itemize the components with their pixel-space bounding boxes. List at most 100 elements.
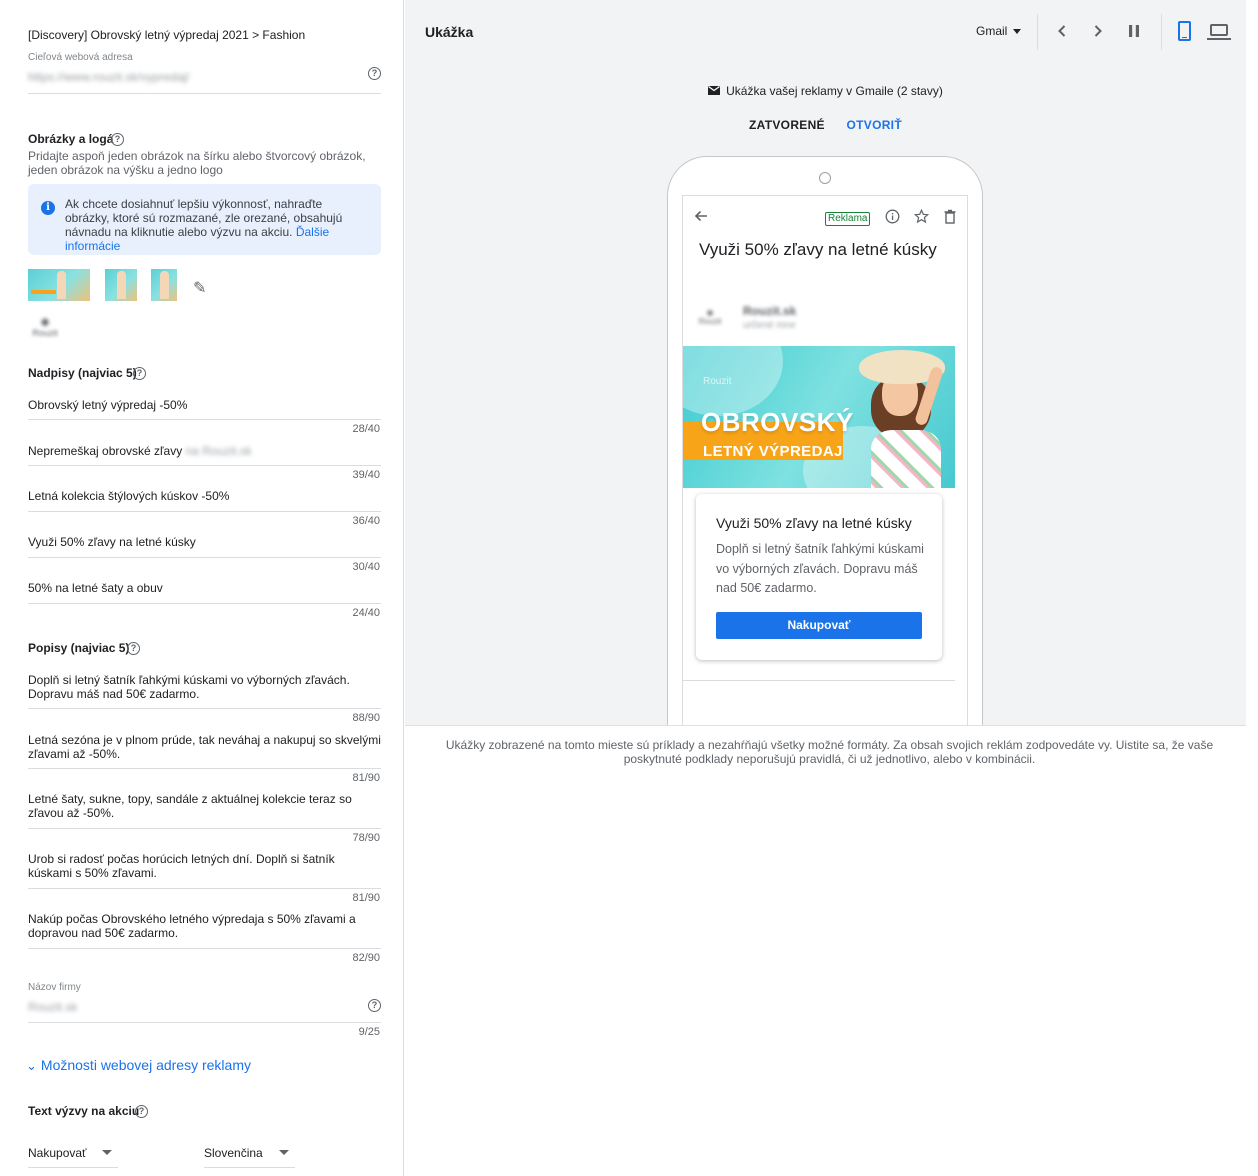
star-icon[interactable] [913, 208, 930, 227]
images-title-text: Obrázky a logá [28, 132, 114, 146]
preview-toolbar: Ukážka Gmail [405, 0, 1246, 62]
final-url-input[interactable]: https://www.rouzit.sk/vypredaj/ [28, 70, 381, 84]
panel-edge [1246, 0, 1258, 1176]
help-icon[interactable]: ? [135, 1105, 148, 1118]
description-counter-2: 81/90 [352, 772, 380, 784]
headline-text-2: Nepremeškaj obrovské zľavy [28, 444, 183, 458]
images-section-description: Pridajte aspoň jeden obrázok na šírku al… [28, 149, 366, 177]
description-counter-5: 82/90 [352, 952, 380, 964]
headline-underline [28, 419, 381, 420]
ad-badge: Reklama [825, 212, 871, 226]
headline-underline [28, 511, 381, 512]
headline-underline [28, 603, 381, 604]
cta-section-title: Text výzvy na akciu [28, 1104, 140, 1118]
description-input-3[interactable]: Letné šaty, sukne, topy, sandále z aktuá… [28, 792, 381, 820]
ad-banner-image[interactable]: Rouzit OBROVSKÝ LETNÝ VÝPREDAJ [683, 346, 955, 488]
headline-input-3[interactable]: Letná kolekcia štýlových kúskov -50% [28, 489, 381, 503]
images-section-title: Obrázky a logá [28, 132, 381, 146]
banner-subheadline: LETNÝ VÝPREDAJ [703, 443, 843, 460]
headline-counter-2: 39/40 [352, 469, 380, 481]
info-outline-icon[interactable] [885, 209, 900, 227]
help-icon[interactable]: ? [133, 367, 146, 380]
description-input-5[interactable]: Nakúp počas Obrovského letného výpredaja… [28, 912, 381, 940]
help-icon[interactable]: ? [368, 999, 381, 1012]
headline-underline [28, 557, 381, 558]
prev-icon[interactable] [1051, 20, 1073, 42]
edit-pencil-icon[interactable]: ✎ [193, 278, 206, 298]
descriptions-section-title: Popisy (najviac 5) [28, 641, 130, 655]
portrait-image-thumbnail[interactable] [151, 269, 177, 301]
surface-select[interactable]: Gmail [976, 24, 1022, 38]
headline-input-2[interactable]: Nepremeškaj obrovské zľavy na Rouzit.sk [28, 444, 381, 458]
headline-input-5[interactable]: 50% na letné šaty a obuv [28, 581, 381, 595]
preview-canvas: Ukážka vašej reklamy v Gmaile (2 stavy) … [405, 62, 1246, 725]
back-arrow-icon[interactable] [693, 208, 709, 229]
cta-select[interactable]: Nakupovať [28, 1146, 118, 1168]
description-underline [28, 768, 381, 769]
headline-counter-4: 30/40 [352, 561, 380, 573]
tab-open[interactable]: OTVORIŤ [847, 118, 902, 132]
delete-icon[interactable] [943, 209, 957, 227]
tab-closed[interactable]: ZATVORENÉ [749, 118, 825, 132]
description-input-4[interactable]: Urob si radosť počas horúcich letných dn… [28, 852, 381, 880]
headlines-section-title: Nadpisy (najviac 5) [28, 366, 137, 380]
dropdown-caret-icon [102, 1150, 112, 1155]
toolbar-divider [1037, 14, 1038, 50]
business-name-underline [28, 1022, 381, 1023]
screen-divider [683, 680, 955, 681]
phone-frame: Reklama Využi 50% zľavy na letné kúsky ◉… [667, 156, 983, 725]
headline-counter-1: 28/40 [352, 423, 380, 435]
preview-disclaimer: Ukážky zobrazené na tomto mieste sú prík… [445, 738, 1214, 766]
logo-thumbnail[interactable]: ◉ Rouzit [28, 315, 62, 338]
next-icon[interactable] [1087, 20, 1109, 42]
image-quality-notice: i Ak chcete dosiahnuť lepšiu výkonnosť, … [28, 184, 381, 255]
ad-card: Využi 50% zľavy na letné kúsky Doplň si … [696, 494, 942, 660]
description-counter-3: 78/90 [352, 832, 380, 844]
headline-input-1[interactable]: Obrovský letný výpredaj -50% [28, 398, 381, 412]
ad-card-description: Doplň si letný šatník ľahkými kúskami vo… [716, 542, 924, 595]
description-input-2[interactable]: Letná sezóna je v plnom prúde, tak neváh… [28, 733, 381, 761]
phone-camera [819, 172, 831, 184]
help-icon[interactable]: ? [111, 133, 124, 146]
pause-icon[interactable] [1123, 20, 1145, 42]
desktop-device-icon[interactable] [1207, 24, 1231, 40]
ad-card-title: Využi 50% zľavy na letné kúsky [716, 515, 912, 531]
email-subject: Využi 50% zľavy na letné kúsky [699, 240, 937, 259]
logo-text: Rouzit [32, 328, 58, 338]
final-url-label: Cieľová webová adresa [28, 52, 133, 63]
landscape-image-thumbnail[interactable] [28, 269, 90, 301]
square-image-thumbnail[interactable] [105, 269, 137, 301]
sender-avatar: ◉ Rouzit [698, 308, 722, 326]
banner-brand: Rouzit [703, 376, 732, 387]
help-icon[interactable]: ? [368, 67, 381, 80]
banner-model-dress [871, 430, 941, 488]
sender-avatar-text: Rouzit [698, 317, 722, 326]
description-input-1[interactable]: Doplň si letný šatník ľahkými kúskami vo… [28, 673, 381, 701]
notice-text: Ak chcete dosiahnuť lepšiu výkonnosť, na… [65, 197, 365, 253]
info-icon: i [41, 201, 55, 215]
ad-url-options-label: Možnosti webovej adresy reklamy [40, 1057, 251, 1073]
preview-state-tabs: ZATVORENÉ OTVORIŤ [405, 118, 1246, 132]
ad-editor-panel: [Discovery] Obrovský letný výpredaj 2021… [0, 0, 404, 1176]
preview-caption: Ukážka vašej reklamy v Gmaile (2 stavy) [405, 84, 1246, 98]
headline-underline [28, 465, 381, 466]
business-name-label: Názov firmy [28, 982, 81, 993]
disclaimer-divider [405, 725, 1246, 726]
description-underline [28, 828, 381, 829]
toolbar-divider [1161, 14, 1162, 50]
help-icon[interactable]: ? [127, 642, 140, 655]
headline-blurred-part: na Rouzit.sk [185, 444, 252, 458]
preview-caption-text: Ukážka vašej reklamy v Gmaile (2 stavy) [726, 84, 943, 98]
mobile-device-icon[interactable] [1178, 21, 1191, 41]
banner-headline: OBROVSKÝ [701, 407, 854, 437]
breadcrumb: [Discovery] Obrovský letný výpredaj 2021… [28, 28, 306, 42]
business-name-input[interactable]: Rouzit.sk [28, 1000, 381, 1014]
description-underline [28, 948, 381, 949]
ad-url-options-toggle[interactable]: ⌄ Možnosti webovej adresy reklamy [26, 1057, 251, 1074]
language-select[interactable]: Slovenčina [204, 1146, 295, 1168]
gmail-screen: Reklama Využi 50% zľavy na letné kúsky ◉… [682, 195, 968, 725]
shop-now-button[interactable]: Nakupovať [716, 612, 922, 639]
headline-input-4[interactable]: Využi 50% zľavy na letné kúsky [28, 535, 381, 549]
chevron-down-icon: ⌄ [26, 1058, 37, 1073]
language-select-value: Slovenčina [204, 1146, 263, 1160]
